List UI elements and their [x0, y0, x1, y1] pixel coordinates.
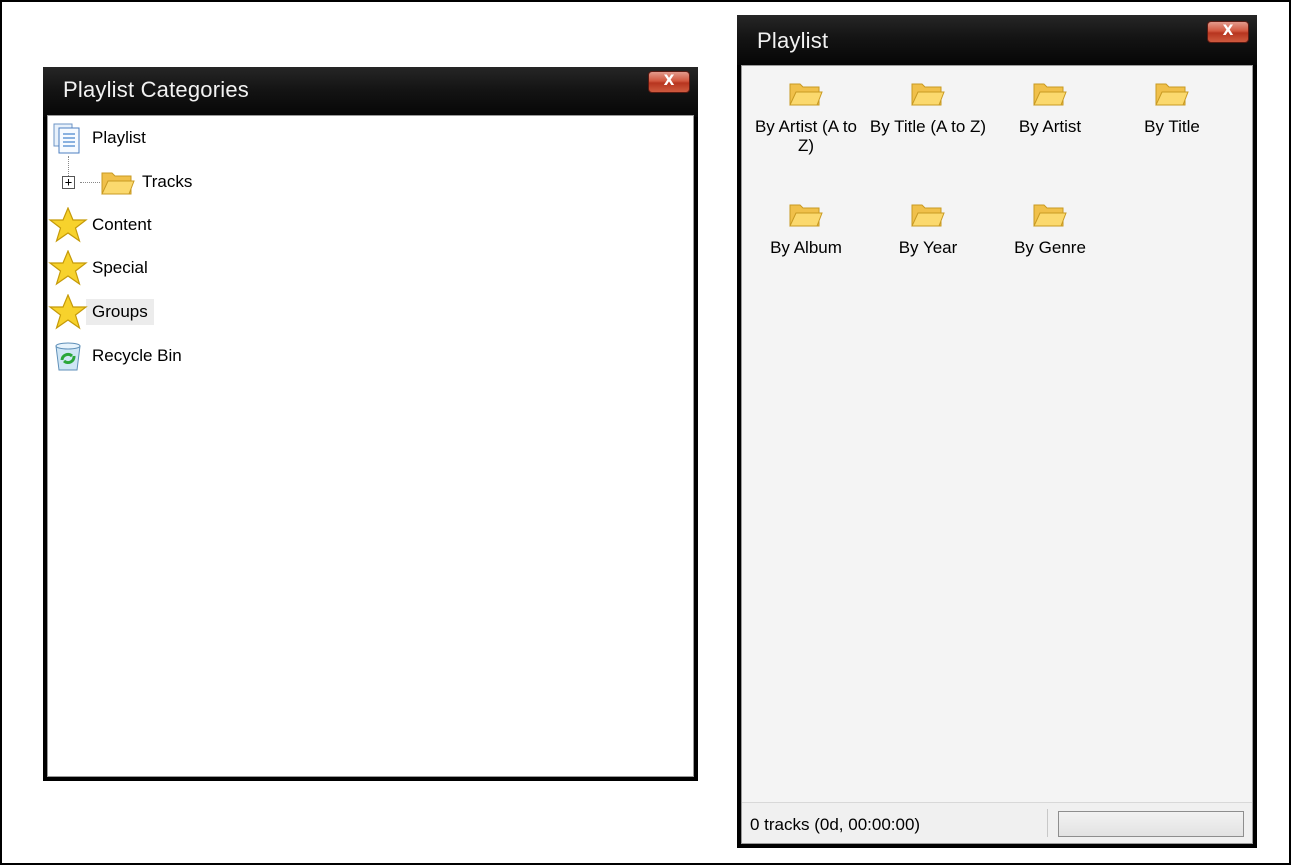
tree-item-label: Content: [92, 215, 152, 234]
playlist-window: Playlist X By Artist (A to Z) By Title (…: [737, 15, 1257, 848]
folder-by-genre[interactable]: By Genre: [989, 196, 1111, 257]
folder-by-album[interactable]: By Album: [745, 196, 867, 257]
title-bar[interactable]: Playlist Categories X: [43, 67, 698, 117]
tree-item-content[interactable]: Content: [48, 206, 158, 243]
recycle-bin-icon: [48, 338, 88, 374]
folder-icon: [1152, 75, 1192, 111]
tree-connector: [80, 182, 100, 183]
star-icon: [48, 249, 88, 286]
title-bar[interactable]: Playlist X: [737, 15, 1257, 65]
folder-label: By Album: [770, 238, 842, 257]
folder-label: By Artist: [1018, 117, 1082, 136]
folder-icon: [908, 75, 948, 111]
progress-bar: [1058, 811, 1244, 837]
folder-by-year[interactable]: By Year: [867, 196, 989, 257]
expand-toggle[interactable]: +: [62, 176, 75, 189]
tree-item-label: Recycle Bin: [92, 346, 182, 365]
window-title: Playlist Categories: [63, 77, 249, 102]
star-icon: [48, 206, 88, 243]
folder-label: By Genre: [1014, 238, 1086, 257]
folder-icon: [1030, 196, 1070, 232]
tree-item-label: Tracks: [142, 172, 193, 191]
close-button[interactable]: X: [648, 71, 690, 93]
tree-item-groups[interactable]: Groups: [48, 293, 154, 330]
folder-icon: [98, 164, 138, 200]
document-icon: [48, 120, 88, 156]
tree-item-tracks[interactable]: Tracks: [98, 164, 198, 200]
window-title: Playlist: [757, 28, 829, 53]
folder-by-title-a-z[interactable]: By Title (A to Z): [867, 75, 989, 136]
folder-by-artist-a-z[interactable]: By Artist (A to Z): [745, 75, 867, 155]
status-bar: 0 tracks (0d, 00:00:00): [742, 802, 1252, 843]
tree-item-label: Special: [92, 258, 148, 277]
star-icon: [48, 293, 88, 330]
folder-icon: [786, 75, 826, 111]
tree-item-playlist[interactable]: Playlist: [48, 120, 152, 156]
folder-label: By Title: [1144, 117, 1200, 136]
playlist-view[interactable]: By Artist (A to Z) By Title (A to Z) By …: [741, 65, 1253, 844]
folder-icon: [908, 196, 948, 232]
folder-label: By Year: [898, 238, 958, 257]
folder-by-title[interactable]: By Title: [1111, 75, 1233, 136]
playlist-categories-window: Playlist Categories X + Playlist Tracks …: [43, 67, 698, 781]
tree-item-recycle-bin[interactable]: Recycle Bin: [48, 338, 188, 374]
folder-label: By Title (A to Z): [869, 117, 987, 136]
folder-label: By Artist (A to Z): [754, 117, 858, 155]
folder-icon: [786, 196, 826, 232]
track-count-status: 0 tracks (0d, 00:00:00): [750, 815, 921, 834]
category-tree[interactable]: + Playlist Tracks Content Special Groups…: [47, 115, 694, 777]
tree-item-label: Playlist: [92, 128, 146, 147]
close-button[interactable]: X: [1207, 21, 1249, 43]
folder-by-artist[interactable]: By Artist: [989, 75, 1111, 136]
tree-item-special[interactable]: Special: [48, 249, 154, 286]
tree-item-label: Groups: [86, 299, 154, 325]
status-divider: [1047, 809, 1048, 837]
folder-icon: [1030, 75, 1070, 111]
